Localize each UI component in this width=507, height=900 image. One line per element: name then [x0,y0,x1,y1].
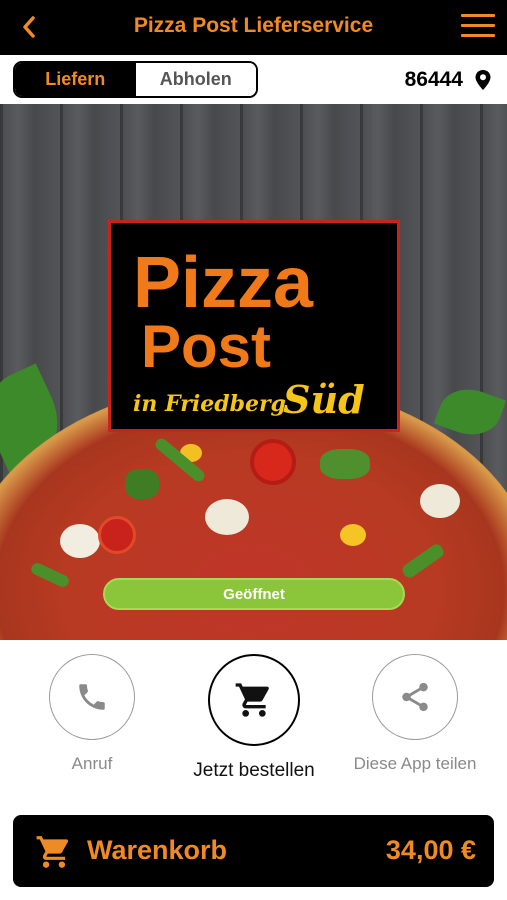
menu-button[interactable] [461,14,495,42]
app-title: Pizza Post Lieferservice [133,14,374,37]
hero-image: Pizza Post in Friedberg Süd Geöffnet [0,104,507,640]
share-app-label: Diese App teilen [353,754,477,773]
back-button[interactable] [14,12,44,42]
chevron-left-icon [23,16,35,38]
map-pin-icon[interactable] [474,69,492,91]
mode-option-delivery[interactable]: Liefern [15,63,136,96]
cart-icon [235,683,269,717]
call-button[interactable]: Anruf [17,654,167,774]
share-app-button[interactable]: Diese App teilen [340,654,490,774]
logo-location: in Friedberg [133,391,286,417]
restaurant-logo: Pizza Post in Friedberg Süd [108,220,400,432]
share-icon [402,682,428,712]
opening-status-badge[interactable]: Geöffnet [103,578,405,610]
order-now-button[interactable]: Jetzt bestellen [179,654,329,782]
logo-word-post: Post [141,313,271,380]
order-now-label: Jetzt bestellen [193,760,315,781]
cart-bar[interactable]: Warenkorb 34,00 € [13,815,494,887]
order-mode-row: Liefern Abholen 86444 [0,55,507,104]
cart-icon [36,836,69,868]
phone-icon [79,684,105,710]
logo-suffix: Süd [283,377,365,422]
hamburger-menu-icon [461,14,495,17]
call-label: Anruf [71,754,113,773]
mode-option-pickup[interactable]: Abholen [135,63,256,96]
cart-label: Warenkorb [87,835,228,865]
cart-total: 34,00 € [385,835,476,865]
top-app-bar: Pizza Post Lieferservice [0,0,507,55]
order-mode-toggle: Liefern Abholen [13,61,258,98]
postal-code[interactable]: 86444 [405,68,463,92]
quick-actions: Anruf Jetzt bestellen Diese App teilen [0,640,507,800]
